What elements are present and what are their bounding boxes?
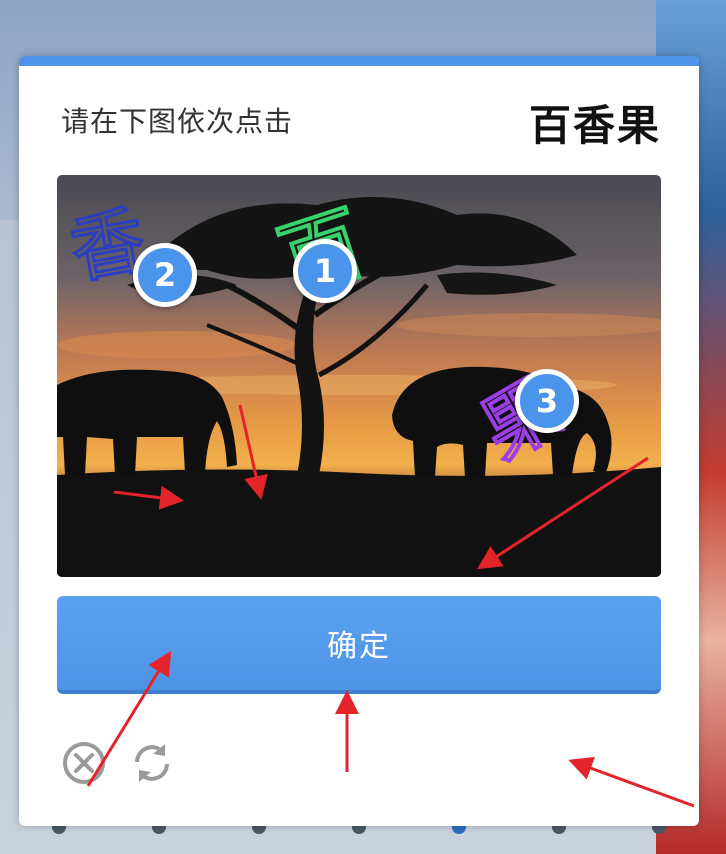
savanna-scene: 香 百 果 (57, 175, 661, 577)
refresh-icon[interactable] (129, 740, 175, 786)
click-marker-2[interactable]: 2 (133, 243, 197, 307)
click-marker-3[interactable]: 3 (515, 369, 579, 433)
confirm-button[interactable]: 确定 (57, 596, 661, 694)
captcha-instruction: 请在下图依次点击 (61, 105, 294, 138)
captcha-image[interactable]: 香 百 果 1 2 3 (57, 175, 661, 577)
close-circle-icon[interactable] (61, 740, 107, 786)
captcha-target-text: 百香果 (528, 101, 661, 150)
dialog-top-bar (19, 56, 699, 66)
click-marker-1[interactable]: 1 (293, 239, 357, 303)
captcha-dialog: 请在下图依次点击 百香果 香 1 2 3 确定 (19, 56, 699, 826)
